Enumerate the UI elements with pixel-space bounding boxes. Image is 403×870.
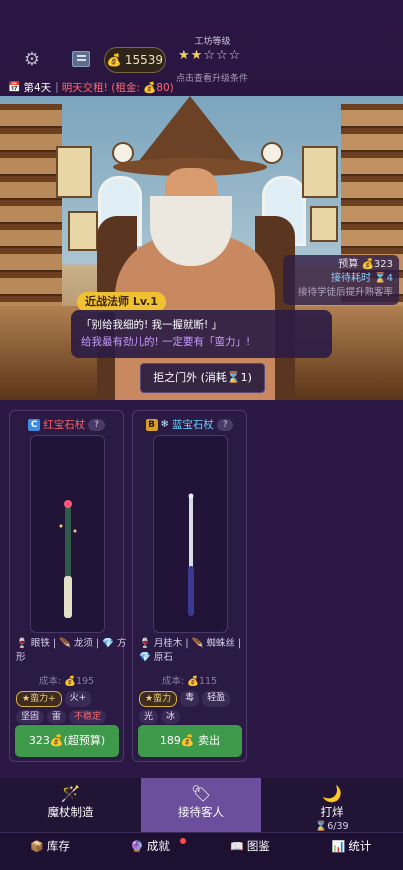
rent-notice: 明天交租! (租金: 💰80)	[61, 81, 174, 94]
calendar-icon: 📅	[8, 81, 21, 93]
day-label: 第4天	[23, 81, 52, 94]
wand-card-header: B ❄ 蓝宝石杖 ?	[133, 417, 246, 432]
star-filled-icon: ★	[178, 48, 191, 63]
wand-cost: 成本: 💰115	[161, 676, 218, 687]
materials-line: 💎 原石	[139, 652, 173, 663]
moon-icon: 🌙	[322, 784, 342, 803]
trait-tag: 光	[139, 710, 159, 724]
trait-tag: 不稳定	[69, 710, 107, 724]
grade-badge: B	[145, 418, 158, 431]
customer-info-panel: 预算 💰323 接待耗时 ⌛4 接待学徒后提升熟客率	[283, 255, 399, 305]
nav-achievements[interactable]: 🔮 成就	[100, 833, 200, 870]
wall-poster	[56, 146, 92, 198]
trait-tag: 冰	[161, 710, 181, 724]
money-bag-icon: 💰	[106, 53, 122, 67]
ledger-icon[interactable]	[72, 51, 90, 67]
box-icon: 📦	[30, 840, 44, 853]
sell-button[interactable]: 323💰(超预算)	[15, 725, 119, 757]
time-remaining: ⌛6/39	[315, 821, 349, 832]
ruby-wand-icon	[59, 500, 77, 618]
wand-card-header: C 红宝石杖 ?	[10, 417, 123, 432]
sapphire-wand-icon	[188, 493, 194, 616]
nav-label: 接待客人	[178, 805, 224, 819]
wand-card[interactable]: B ❄ 蓝宝石杖 ? 🍷 月桂木 | 🪶 蜘蛛丝 | 💎 原石 成本: 💰115…	[132, 410, 247, 762]
wand-tags: ★蛮力 毒 轻盈 光 冰	[139, 691, 245, 724]
nav-close-shop[interactable]: 🌙 打烊 ⌛6/39	[261, 778, 403, 832]
grade-badge: C	[28, 418, 41, 431]
nav-label: 打烊	[320, 805, 344, 819]
magic-wand-icon: 🪄	[60, 784, 81, 803]
crystal-ball-icon: 🔮	[130, 840, 144, 853]
wand-image	[30, 435, 105, 633]
trait-tag: 毒	[180, 691, 200, 707]
rank-stars[interactable]: ★★☆☆☆	[178, 48, 241, 63]
customer-name-tag: 近战法师 Lv.1	[77, 292, 166, 312]
reject-customer-button[interactable]: 拒之门外 (消耗⌛1)	[140, 363, 265, 393]
dialog-line: 「别给我细的! 我一握就断! 」	[81, 319, 223, 331]
star-empty-icon: ☆	[203, 48, 216, 63]
divider: |	[55, 81, 59, 93]
info-button[interactable]: ?	[88, 418, 105, 431]
snowflake-icon: ❄	[160, 419, 169, 430]
main-nav: 🪄 魔杖制造 🏷 接待客人 🌙 打烊 ⌛6/39	[0, 778, 403, 832]
star-filled-icon: ★	[190, 48, 204, 63]
trait-tag: ★蛮力	[139, 691, 178, 707]
nav-label: 图鉴	[246, 839, 270, 853]
chart-icon: 📊	[331, 840, 346, 853]
dialog-line-highlight: 给我最有劲儿的! 一定要有「蛮力」!	[81, 336, 251, 348]
nav-label: 统计	[348, 839, 372, 853]
sell-button[interactable]: 189💰 卖出	[138, 725, 242, 757]
nav-craft-wand[interactable]: 🪄 魔杖制造	[0, 778, 141, 832]
top-bar: ⚙ 💰 15539 工坊等级 ★★☆☆☆ 点击查看升级条件 📅 第4天 | 明天…	[0, 0, 403, 96]
nav-inventory[interactable]: 📦 库存	[0, 833, 100, 870]
wall-poster	[68, 211, 98, 251]
serve-time-cost: 接待耗时 ⌛4	[331, 273, 393, 284]
wand-tags: ★蛮力+ 火+ 坚固 雷 不稳定	[16, 691, 122, 724]
wand-card[interactable]: C 红宝石杖 ? 🍷 眼铁 | 🪶 龙须 | 💎 方 形 成本: 💰195 ★蛮…	[9, 410, 127, 762]
nav-label: 魔杖制造	[47, 805, 94, 819]
secondary-nav: 📦 库存 🔮 成就 📖 图鉴 📊 统计	[0, 832, 403, 870]
wand-name: 红宝石杖	[43, 419, 86, 431]
trait-tag: ★蛮力+	[16, 691, 62, 707]
materials-line: 🍷 眼铁 | 🪶 龙须 | 💎 方	[16, 638, 127, 649]
wand-image	[153, 435, 228, 633]
wand-cost: 成本: 💰195	[38, 676, 95, 687]
trait-tag: 轻盈	[202, 691, 231, 707]
nav-catalog[interactable]: 📖 图鉴	[200, 833, 300, 870]
materials-line: 形	[16, 652, 26, 663]
day-status-bar: 📅 第4天 | 明天交租! (租金: 💰80)	[0, 78, 403, 96]
trait-tag: 火+	[64, 691, 92, 707]
price-tag-icon: 🏷	[190, 784, 212, 803]
regular-rate-hint: 接待学徒后提升熟客率	[297, 287, 393, 298]
customer-budget: 预算 💰323	[338, 259, 393, 270]
star-empty-icon: ☆	[228, 48, 242, 63]
notification-dot	[180, 838, 186, 844]
customer-dialog: 「别给我细的! 我一握就断! 」 给我最有劲儿的! 一定要有「蛮力」!	[71, 310, 332, 358]
trait-tag: 坚固	[16, 710, 45, 724]
gold-counter: 💰 15539	[104, 47, 166, 73]
info-button[interactable]: ?	[216, 418, 234, 431]
nav-stats[interactable]: 📊 统计	[300, 833, 403, 870]
wand-name: 蓝宝石杖	[171, 419, 214, 431]
trait-tag: 雷	[47, 710, 67, 724]
workshop-rank-label[interactable]: 工坊等级	[190, 34, 235, 47]
wand-offers-area: C 红宝石杖 ? 🍷 眼铁 | 🪶 龙须 | 💎 方 形 成本: 💰195 ★蛮…	[0, 400, 403, 778]
star-empty-icon: ☆	[215, 48, 229, 63]
nav-serve-customer[interactable]: 🏷 接待客人	[141, 778, 261, 832]
nav-label: 成就	[146, 839, 170, 853]
gear-icon[interactable]: ⚙	[22, 50, 42, 70]
wand-materials: 🍷 月桂木 | 🪶 蜘蛛丝 | 💎 原石	[139, 637, 243, 665]
book-icon: 📖	[230, 840, 244, 853]
wand-materials: 🍷 眼铁 | 🪶 龙须 | 💎 方 形	[16, 637, 127, 665]
gold-amount: 15539	[124, 53, 164, 67]
materials-line: 🍷 月桂木 | 🪶 蜘蛛丝 |	[139, 638, 242, 649]
wizard-hat	[135, 96, 245, 166]
nav-label: 库存	[46, 839, 70, 853]
